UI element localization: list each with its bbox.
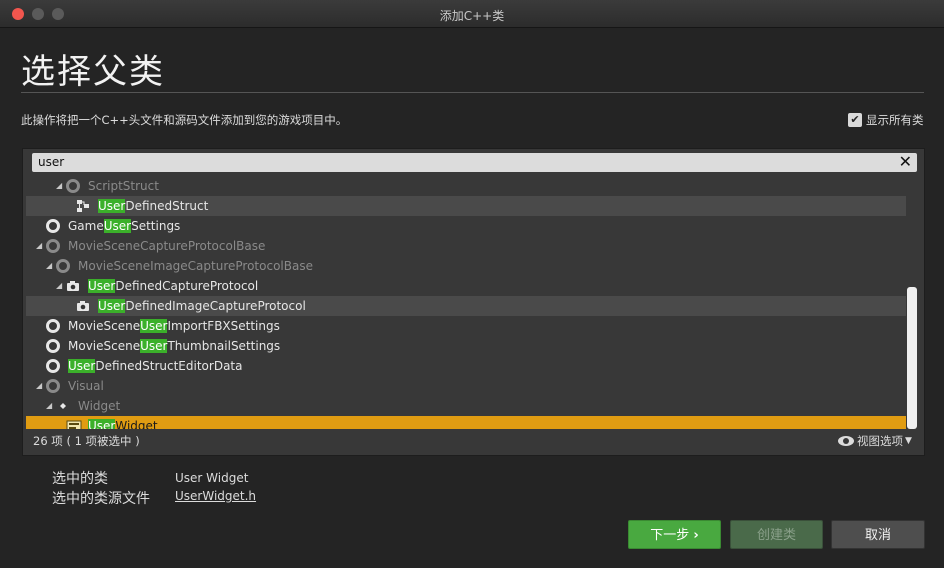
search-input-value: user <box>38 155 65 169</box>
selected-source-link[interactable]: UserWidget.h <box>175 489 256 503</box>
chevron-right-icon: › <box>693 528 699 543</box>
circle-icon <box>46 379 60 393</box>
tree-row[interactable]: ◢ MovieSceneImageCaptureProtocolBase <box>26 256 906 276</box>
tree-row-label: Visual <box>68 379 104 393</box>
tree-row[interactable]: UserDefinedStruct <box>26 196 906 216</box>
tree-row[interactable]: GameUserSettings <box>26 216 906 236</box>
circle-icon <box>56 259 70 273</box>
tree-row-label: GameUserSettings <box>68 219 181 233</box>
cancel-button[interactable]: 取消 <box>831 520 925 549</box>
circle-icon <box>46 359 60 373</box>
tree-row-label: UserDefinedStruct <box>98 199 209 213</box>
tree-row[interactable]: UserDefinedImageCaptureProtocol <box>26 296 906 316</box>
camera-icon <box>76 299 90 313</box>
tree-scrollbar[interactable] <box>907 287 917 429</box>
tree-row[interactable]: ◢ MovieSceneCaptureProtocolBase <box>26 236 906 256</box>
tree-row[interactable]: ◢ ScriptStruct <box>26 176 906 196</box>
tree-row-label: ScriptStruct <box>88 179 159 193</box>
struct-icon <box>76 199 90 213</box>
expand-triangle-icon[interactable]: ◢ <box>56 176 62 196</box>
tree-row-label: UserWidget <box>88 416 158 429</box>
clear-search-icon[interactable]: ✕ <box>899 153 912 171</box>
title-bar: 添加C++类 <box>0 0 944 28</box>
tree-row[interactable]: ◢ Visual <box>26 376 906 396</box>
circle-icon <box>46 339 60 353</box>
tree-row[interactable]: MovieSceneUserImportFBXSettings <box>26 316 906 336</box>
tree-row-label: MovieSceneCaptureProtocolBase <box>68 239 266 253</box>
page-title: 选择父类 <box>21 52 165 92</box>
show-all-classes-toggle[interactable]: ✔ 显示所有类 <box>848 112 924 128</box>
item-count: 26 项 ( 1 项被选中 ) <box>33 434 140 448</box>
checkbox-check-icon[interactable]: ✔ <box>848 113 862 127</box>
search-input[interactable]: user ✕ <box>32 153 917 172</box>
tree-row-label: MovieSceneUserThumbnailSettings <box>68 339 281 353</box>
tree-row-label: MovieSceneUserImportFBXSettings <box>68 319 280 333</box>
expand-triangle-icon[interactable]: ◢ <box>56 276 62 296</box>
tree-row[interactable]: ◢ Widget <box>26 396 906 416</box>
class-picker-panel: user ✕ ◢ ScriptStruct UserDefinedStruct Gam… <box>22 148 925 456</box>
next-button[interactable]: 下一步 › <box>628 520 721 549</box>
widget-icon <box>66 419 82 429</box>
diamond-icon <box>56 399 70 413</box>
camera-icon <box>66 279 80 293</box>
expand-triangle-icon[interactable]: ◢ <box>36 376 42 396</box>
expand-triangle-icon[interactable]: ◢ <box>46 256 52 276</box>
circle-icon <box>46 239 60 253</box>
window-title: 添加C++类 <box>439 9 505 23</box>
tree-row[interactable]: UserDefinedStructEditorData <box>26 356 906 376</box>
circle-icon <box>46 219 60 233</box>
description-text: 此操作将把一个C++头文件和源码文件添加到您的游戏项目中。 <box>21 113 348 127</box>
tree-row-label: MovieSceneImageCaptureProtocolBase <box>78 259 313 273</box>
eye-icon <box>838 436 854 446</box>
tree-row[interactable]: ◢ UserDefinedCaptureProtocol <box>26 276 906 296</box>
tree-row[interactable]: UserWidget <box>26 416 906 429</box>
view-options-label: 视图选项 <box>857 434 903 448</box>
create-class-button[interactable]: 创建类 <box>730 520 823 549</box>
tree-row-label: UserDefinedCaptureProtocol <box>88 279 259 293</box>
caret-down-icon: ▼ <box>905 436 912 446</box>
next-button-label: 下一步 <box>650 528 690 543</box>
expand-triangle-icon[interactable]: ◢ <box>36 236 42 256</box>
show-all-classes-label: 显示所有类 <box>866 113 924 127</box>
divider <box>21 92 924 93</box>
selected-class-value: User Widget <box>175 471 249 485</box>
selected-class-label: 选中的类 <box>52 471 108 487</box>
selected-source-label: 选中的类源文件 <box>52 491 150 507</box>
expand-triangle-icon[interactable]: ◢ <box>46 396 52 416</box>
circle-icon <box>66 179 80 193</box>
class-tree: ◢ ScriptStruct UserDefinedStruct GameUserSe… <box>26 174 906 429</box>
tree-row-label: Widget <box>78 399 121 413</box>
circle-icon <box>46 319 60 333</box>
view-options-button[interactable]: 视图选项 ▼ <box>838 433 912 449</box>
tree-row-label: UserDefinedStructEditorData <box>68 359 243 373</box>
tree-row[interactable]: MovieSceneUserThumbnailSettings <box>26 336 906 356</box>
tree-row-label: UserDefinedImageCaptureProtocol <box>98 299 306 313</box>
